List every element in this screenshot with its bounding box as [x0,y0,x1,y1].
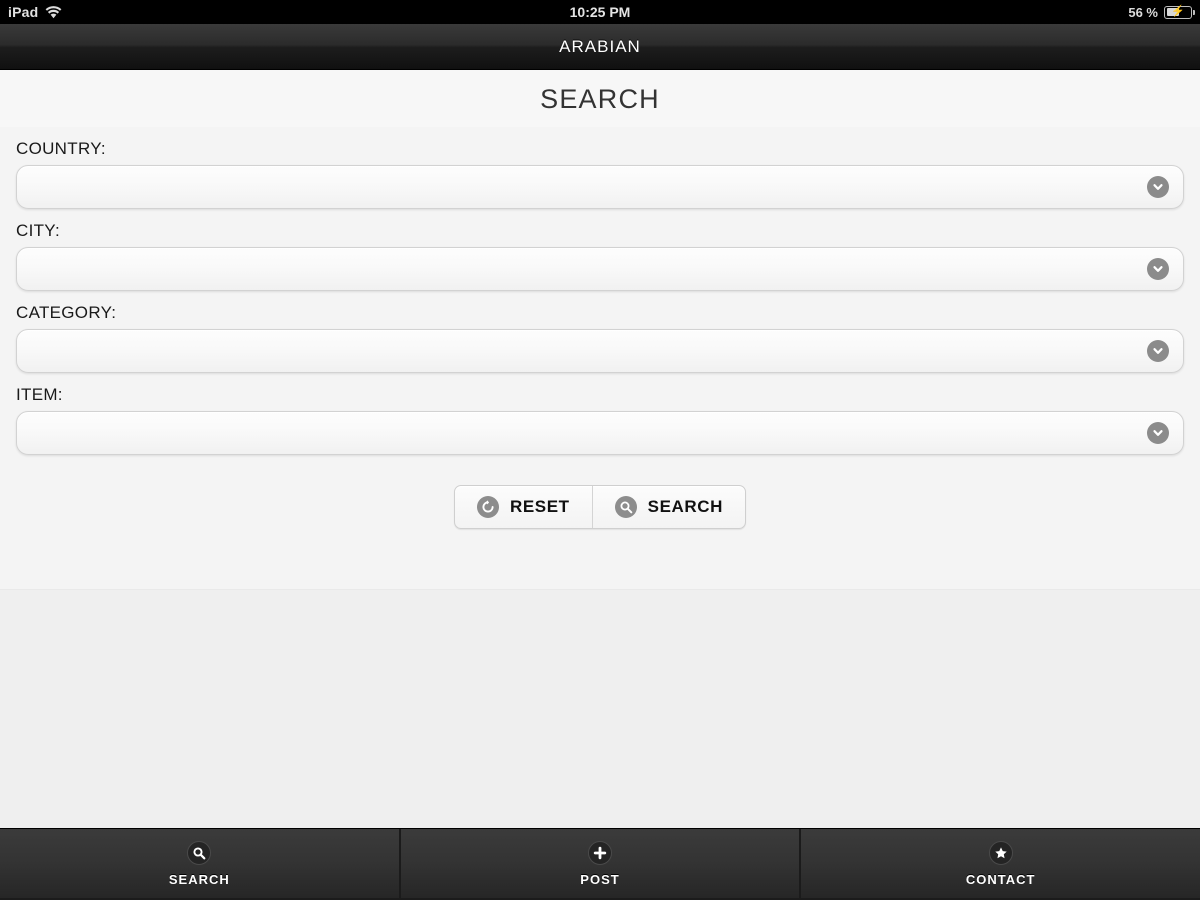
label-category: CATEGORY: [16,303,117,322]
battery-percent-label: 56 % [1128,4,1158,20]
content-area: SEARCH COUNTRY: CITY: CATEGORY: ITEM: RE… [0,70,1200,828]
star-icon [988,840,1013,865]
reset-button[interactable]: RESET [455,486,592,528]
segmented-control: RESET SEARCH [453,485,747,529]
reset-button-label: RESET [509,497,570,516]
page-title: SEARCH [0,70,1200,127]
magnifier-icon [614,496,637,518]
refresh-icon [476,496,499,518]
magnifier-icon [187,840,212,865]
ipad-screen: iPad 10:25 PM 56 % ⚡ ARABIAN SEARCH COUN… [0,0,1200,900]
status-bar-left: iPad [8,4,62,20]
chevron-down-icon[interactable] [1147,340,1169,362]
navbar-title: ARABIAN [559,36,641,56]
search-button-label: SEARCH [647,497,724,516]
tab-search-label: SEARCH [168,871,230,887]
battery-charging-icon: ⚡ [1164,5,1195,19]
tab-contact-label: CONTACT [965,871,1036,887]
select-item[interactable] [16,411,1184,455]
select-city[interactable] [16,247,1184,291]
plus-icon [588,840,612,865]
tab-contact[interactable]: CONTACT [801,829,1200,900]
label-city: CITY: [16,221,61,240]
status-bar-right: 56 % ⚡ [1128,4,1195,20]
label-country: COUNTRY: [16,139,106,158]
tab-search[interactable]: SEARCH [0,829,401,900]
navigation-bar: ARABIAN [0,24,1200,70]
tab-bar: SEARCH POST CONTACT [0,828,1200,900]
select-country[interactable] [16,165,1184,209]
select-category[interactable] [16,329,1184,373]
chevron-down-icon[interactable] [1147,422,1169,444]
action-buttons: RESET SEARCH [16,459,1184,529]
wifi-icon [45,5,62,19]
empty-area [0,590,1200,828]
label-item: ITEM: [16,385,63,404]
status-bar: iPad 10:25 PM 56 % ⚡ [0,0,1200,24]
chevron-down-icon[interactable] [1147,258,1169,280]
search-button[interactable]: SEARCH [591,486,745,528]
status-bar-time: 10:25 PM [569,4,631,20]
tab-post[interactable]: POST [400,829,802,900]
carrier-label: iPad [8,4,39,20]
search-form: COUNTRY: CITY: CATEGORY: ITEM: RESET SEA… [0,127,1200,590]
tab-post-label: POST [580,871,620,887]
chevron-down-icon[interactable] [1147,176,1169,198]
